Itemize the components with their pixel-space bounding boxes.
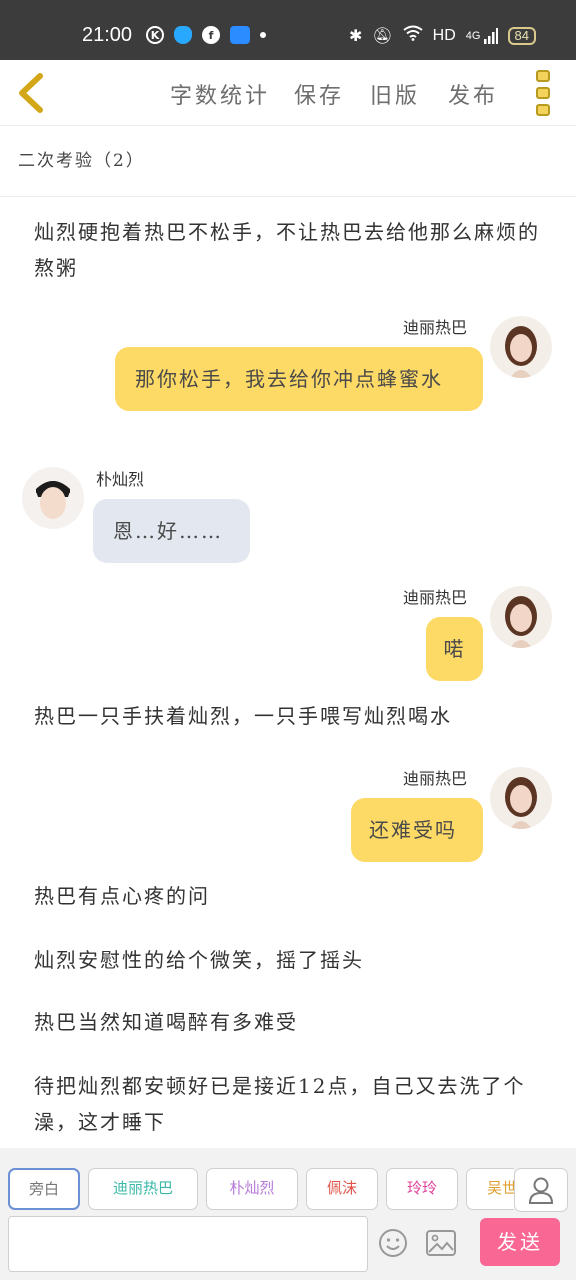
- speaker-name: 朴灿烈: [96, 470, 145, 489]
- status-time: 21:00: [82, 24, 133, 46]
- narration-text[interactable]: 热巴当然知道喝醉有多难受: [34, 1004, 544, 1040]
- send-button[interactable]: 发送: [480, 1218, 560, 1266]
- image-icon: [426, 1230, 456, 1256]
- narration-text[interactable]: 灿烈安慰性的给个微笑，摇了摇头: [34, 942, 544, 978]
- notification-icons: K f: [146, 26, 266, 44]
- narration-text[interactable]: 热巴有点心疼的问: [34, 878, 544, 914]
- menu-button[interactable]: [536, 70, 554, 116]
- system-icons: ✱ 🔕︎ HD 4G 84: [349, 25, 536, 46]
- signal-icon: 4G: [465, 27, 498, 44]
- narration-text[interactable]: 灿烈硬抱着热巴不松手，不让热巴去给他那么麻烦的熬粥: [34, 214, 544, 286]
- menu-dot-icon: [536, 104, 550, 116]
- network-label: HD: [432, 26, 456, 44]
- wifi-icon: [403, 25, 423, 46]
- bluetooth-icon: ✱: [348, 27, 363, 45]
- more-notifications-dot: [260, 32, 266, 38]
- back-button[interactable]: [14, 72, 48, 114]
- emoji-icon: [379, 1229, 407, 1257]
- menu-dot-icon: [536, 70, 550, 82]
- message-bubble[interactable]: 恩…好……: [93, 499, 250, 563]
- word-count-button[interactable]: 字数统计: [170, 78, 270, 110]
- role-selector: 旁白 迪丽热巴 朴灿烈 佩沫 玲玲 吴世: [8, 1168, 514, 1210]
- role-dilireba[interactable]: 迪丽热巴: [88, 1168, 198, 1210]
- narration-text[interactable]: 待把灿烈都安顿好已是接近12点，自己又去洗了个澡，这才睡下: [34, 1068, 544, 1140]
- app-icon: [230, 26, 250, 44]
- back-arrow-icon: [19, 73, 43, 113]
- role-lingling[interactable]: 玲玲: [386, 1168, 458, 1210]
- role-label: 玲玲: [406, 1179, 437, 1197]
- speaker-name: 迪丽热巴: [403, 318, 468, 337]
- message-bubble[interactable]: 还难受吗: [351, 798, 483, 862]
- speaker-name: 迪丽热巴: [403, 588, 468, 607]
- role-label: 旁白: [28, 1180, 59, 1198]
- k-app-icon: K: [146, 26, 164, 44]
- role-label: 迪丽热巴: [112, 1179, 173, 1197]
- battery-icon: 84: [507, 26, 536, 45]
- role-label: 朴灿烈: [229, 1179, 275, 1197]
- message-input[interactable]: [8, 1216, 368, 1272]
- top-toolbar: 字数统计 保存 旧版 发布: [0, 60, 576, 126]
- compose-area: 旁白 迪丽热巴 朴灿烈 佩沫 玲玲 吴世 发送: [0, 1148, 576, 1280]
- old-version-button[interactable]: 旧版: [370, 78, 420, 110]
- message-bubble[interactable]: 那你松手，我去给你冲点蜂蜜水: [115, 347, 483, 411]
- menu-dot-icon: [536, 87, 550, 99]
- person-icon: [528, 1177, 554, 1204]
- message-bubble[interactable]: 喏: [426, 617, 483, 681]
- manage-roles-button[interactable]: [514, 1168, 568, 1212]
- chapter-title[interactable]: 二次考验（2）: [18, 146, 145, 171]
- role-chanyeol[interactable]: 朴灿烈: [206, 1168, 298, 1210]
- role-label: 佩沫: [326, 1179, 357, 1197]
- qq-icon: [174, 26, 192, 44]
- avatar-chanyeol[interactable]: [22, 467, 84, 529]
- speaker-name: 迪丽热巴: [403, 769, 468, 788]
- facebook-icon: f: [202, 26, 220, 44]
- avatar-dilireba[interactable]: [490, 767, 552, 829]
- divider: [0, 196, 576, 197]
- avatar-dilireba[interactable]: [490, 586, 552, 648]
- role-wushi[interactable]: 吴世: [466, 1168, 514, 1210]
- role-narrator[interactable]: 旁白: [8, 1168, 80, 1210]
- role-peimo[interactable]: 佩沫: [306, 1168, 378, 1210]
- image-button[interactable]: [426, 1230, 456, 1256]
- signal-type: 4G: [465, 29, 481, 42]
- role-label: 吴世: [486, 1179, 514, 1197]
- mute-icon: 🔕︎: [372, 27, 393, 45]
- avatar-dilireba[interactable]: [490, 316, 552, 378]
- status-bar: 21:00 K f ✱ 🔕︎ HD 4G 84: [0, 0, 576, 60]
- emoji-button[interactable]: [378, 1228, 408, 1258]
- save-button[interactable]: 保存: [294, 78, 344, 110]
- narration-text[interactable]: 热巴一只手扶着灿烈，一只手喂写灿烈喝水: [34, 698, 544, 734]
- publish-button[interactable]: 发布: [448, 78, 498, 110]
